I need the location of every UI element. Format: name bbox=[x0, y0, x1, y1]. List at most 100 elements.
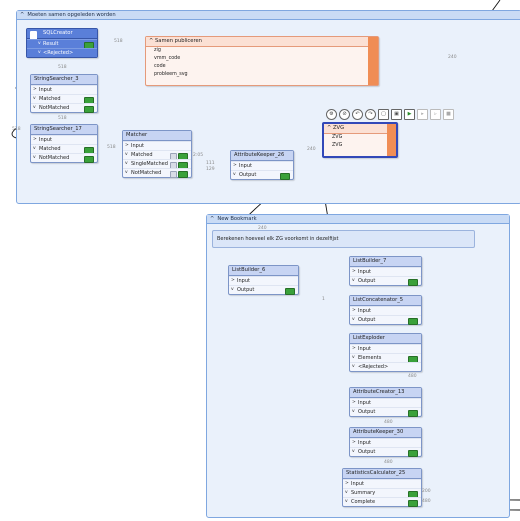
transformer-header[interactable]: AttributeKeeper_26 bbox=[231, 151, 293, 161]
copy-icon[interactable]: ▢ bbox=[378, 109, 389, 120]
output-port[interactable]: v NotMatched bbox=[31, 153, 97, 163]
bookmark-header[interactable]: ^ Moeten samen opgeleden worden bbox=[17, 11, 520, 20]
output-port[interactable]: v Elements bbox=[350, 353, 421, 363]
writer-header[interactable]: ^ Samen publiceren bbox=[146, 37, 378, 47]
transformer-header[interactable]: AttributeCreator_13 bbox=[350, 388, 421, 398]
input-port[interactable]: > Input bbox=[350, 267, 421, 276]
input-port[interactable]: > Input bbox=[229, 276, 298, 285]
output-port[interactable]: v Complete bbox=[343, 497, 421, 507]
port-toggle[interactable] bbox=[84, 155, 94, 163]
transformer-listexploder[interactable]: ListExploder > Input v Elements v <Rejected… bbox=[349, 333, 422, 372]
transformer-title: StringSearcher_17 bbox=[34, 126, 82, 132]
output-port[interactable]: v Output bbox=[350, 447, 421, 457]
feature-writer-samen-publiceren[interactable]: ^ Samen publiceren zig vmm_code code pro… bbox=[145, 36, 379, 86]
transformer-listbuilder-6[interactable]: ListBuilder_6 > Input v Output bbox=[228, 265, 299, 295]
output-port[interactable]: v NotMatched bbox=[123, 168, 191, 178]
port-toggle[interactable] bbox=[408, 317, 418, 325]
port-toggle[interactable] bbox=[408, 449, 418, 457]
output-port[interactable]: v Matched bbox=[31, 94, 97, 104]
transformer-attributecreator-13[interactable]: AttributeCreator_13 > Input v Output bbox=[349, 387, 422, 417]
output-port[interactable]: v Output bbox=[350, 315, 421, 325]
transformer-header[interactable]: StringSearcher_17 bbox=[31, 125, 97, 135]
port-toggle[interactable] bbox=[280, 172, 290, 180]
bookmark-title: New Bookmark bbox=[217, 216, 257, 222]
writer-header[interactable]: ^ ZVG bbox=[324, 124, 396, 134]
port-label: Matched bbox=[39, 146, 61, 152]
paste-icon[interactable]: ▣ bbox=[391, 109, 402, 120]
writer-title: ZVG bbox=[333, 125, 345, 131]
output-port[interactable]: v NotMatched bbox=[31, 103, 97, 113]
transformer-header[interactable]: SQLCreator bbox=[27, 29, 97, 40]
gear-icon[interactable]: ⚙ bbox=[326, 109, 337, 120]
transformer-header[interactable]: ListBuilder_6 bbox=[229, 266, 298, 276]
port-toggle[interactable] bbox=[84, 105, 94, 113]
output-port[interactable]: v Output bbox=[350, 276, 421, 286]
input-port[interactable]: > Input bbox=[31, 135, 97, 144]
output-port[interactable]: v Output bbox=[231, 170, 293, 180]
clock-icon[interactable]: ⊘ bbox=[339, 109, 350, 120]
input-port[interactable]: > Input bbox=[343, 479, 421, 488]
transformer-header[interactable]: StatisticsCalculator_25 bbox=[343, 469, 421, 479]
port-toggle[interactable] bbox=[408, 499, 418, 507]
annotation-box[interactable]: Berekenen hoeveel elk ZG voorkomt in dez… bbox=[212, 230, 475, 248]
transformer-sqlcreator[interactable]: SQLCreator v Result v <Rejected> bbox=[26, 28, 98, 58]
output-port[interactable]: v Summary bbox=[343, 488, 421, 498]
feature-count: 480 bbox=[408, 374, 417, 379]
transformer-title: ListBuilder_7 bbox=[353, 258, 387, 264]
transformer-header[interactable]: AttributeKeeper_30 bbox=[350, 428, 421, 438]
transformer-title: AttributeKeeper_26 bbox=[234, 152, 285, 158]
field-label: vmm_code bbox=[154, 56, 181, 61]
output-port[interactable]: v Matched bbox=[31, 144, 97, 154]
port-label: Output bbox=[237, 287, 255, 293]
transformer-header[interactable]: Matcher bbox=[123, 131, 191, 141]
undo-icon[interactable]: ↶ bbox=[352, 109, 363, 120]
transformer-header[interactable]: ListConcatenator_5 bbox=[350, 296, 421, 306]
output-port[interactable]: v SingleMatched bbox=[123, 159, 191, 169]
feature-count: 518 bbox=[107, 145, 116, 150]
port-option[interactable] bbox=[170, 170, 177, 178]
transformer-statisticscalculator-25[interactable]: StatisticsCalculator_25 > Input v Summary … bbox=[342, 468, 422, 507]
output-port[interactable]: v <Rejected> bbox=[27, 48, 97, 57]
input-port[interactable]: > Input bbox=[231, 161, 293, 170]
input-port[interactable]: > Input bbox=[123, 141, 191, 150]
transformer-attributekeeper-30[interactable]: AttributeKeeper_30 > Input v Output bbox=[349, 427, 422, 457]
step-icon[interactable]: ▸ bbox=[417, 109, 428, 120]
transformer-stringsearcher-3[interactable]: StringSearcher_3 > Input v Matched v NotMat… bbox=[30, 74, 98, 113]
output-port[interactable]: v <Rejected> bbox=[350, 362, 421, 371]
bookmark-header[interactable]: ^ New Bookmark bbox=[207, 215, 509, 224]
port-toggle[interactable] bbox=[408, 409, 418, 417]
input-port[interactable]: > Input bbox=[350, 398, 421, 407]
stop-icon[interactable]: ■ bbox=[443, 109, 454, 120]
port-label: Input bbox=[237, 278, 250, 284]
transformer-matcher[interactable]: Matcher > Input v Matched v SingleMatched v… bbox=[122, 130, 192, 178]
transformer-header[interactable]: StringSearcher_3 bbox=[31, 75, 97, 85]
transformer-attributekeeper-26[interactable]: AttributeKeeper_26 > Input v Output bbox=[230, 150, 294, 180]
input-port[interactable]: > Input bbox=[350, 306, 421, 315]
transformer-listconcatenator-5[interactable]: ListConcatenator_5 > Input v Output bbox=[349, 295, 422, 325]
transformer-header[interactable]: ListBuilder_7 bbox=[350, 257, 421, 267]
input-port[interactable]: > Input bbox=[350, 438, 421, 447]
writer-side-bar bbox=[368, 37, 378, 85]
run-icon[interactable]: ▶ bbox=[404, 109, 415, 120]
transformer-listbuilder-7[interactable]: ListBuilder_7 > Input v Output bbox=[349, 256, 422, 286]
output-port[interactable]: v Output bbox=[350, 407, 421, 417]
transformer-header[interactable]: ListExploder bbox=[350, 334, 421, 344]
chevron-up-icon[interactable]: ^ bbox=[20, 12, 24, 18]
transformer-toolbar: ⚙ ⊘ ↶ ↷ ▢ ▣ ▶ ▸ ▹ ■ bbox=[326, 109, 454, 120]
transformer-stringsearcher-17[interactable]: StringSearcher_17 > Input v Matched v NotMa… bbox=[30, 124, 98, 163]
port-toggle[interactable] bbox=[178, 170, 188, 178]
port-toggle[interactable] bbox=[285, 287, 295, 295]
redo-icon[interactable]: ↷ bbox=[365, 109, 376, 120]
output-port[interactable]: v Result bbox=[27, 39, 97, 49]
transformer-title: ListBuilder_6 bbox=[232, 267, 266, 273]
port-toggle[interactable] bbox=[408, 278, 418, 286]
input-port[interactable]: > Input bbox=[350, 344, 421, 353]
feature-writer-zvg[interactable]: ^ ZVG ZVG ZVG bbox=[322, 122, 398, 158]
stepall-icon[interactable]: ▹ bbox=[430, 109, 441, 120]
chevron-up-icon[interactable]: ^ bbox=[210, 216, 214, 222]
output-port[interactable]: v Matched bbox=[123, 150, 191, 160]
input-port[interactable]: > Input bbox=[31, 85, 97, 94]
output-port[interactable]: v Output bbox=[229, 285, 298, 295]
port-label: Output bbox=[358, 409, 376, 415]
port-label: Elements bbox=[358, 355, 382, 361]
